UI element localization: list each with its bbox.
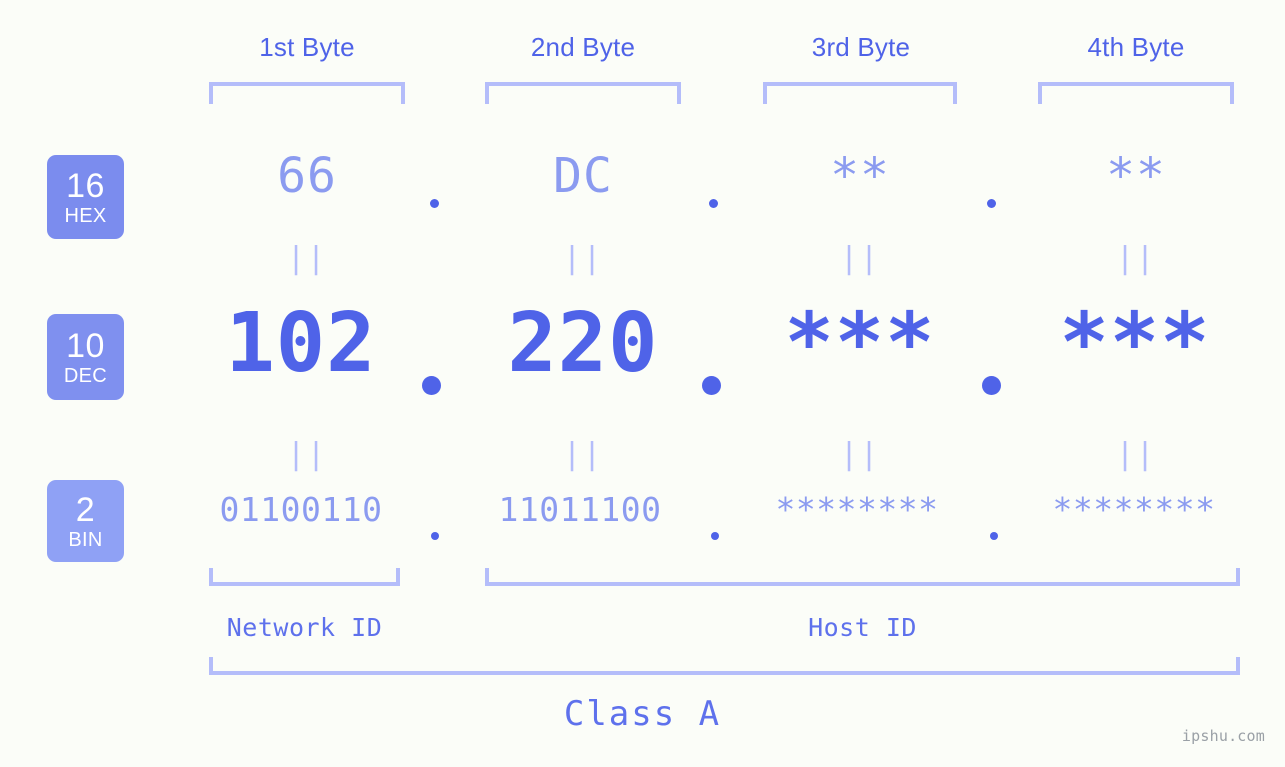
byte-bracket-3: [763, 82, 957, 104]
bin-separator-dot-1: [431, 532, 439, 540]
base-badge-hex-number: 16: [66, 166, 105, 205]
base-badge-bin-name: BIN: [68, 528, 103, 551]
base-badge-bin-number: 2: [75, 490, 96, 529]
dec-octet-2: 220: [507, 296, 659, 391]
network-id-bracket: [209, 568, 400, 586]
equals-mark-dec-bin-3: ||: [839, 437, 881, 472]
watermark: ipshu.com: [1181, 727, 1265, 745]
base-badge-hex: 16 HEX: [47, 155, 124, 239]
equals-mark-dec-bin-1: ||: [286, 437, 328, 472]
base-badge-bin: 2 BIN: [47, 480, 124, 562]
network-id-label: Network ID: [226, 613, 383, 642]
bin-separator-dot-2: [711, 532, 719, 540]
class-label: Class A: [563, 694, 722, 734]
hex-separator-dot-3: [987, 199, 996, 208]
equals-mark-dec-bin-4: ||: [1115, 437, 1157, 472]
equals-mark-hex-dec-3: ||: [839, 241, 881, 276]
class-bracket: [209, 657, 1240, 675]
base-badge-dec: 10 DEC: [47, 314, 124, 400]
base-badge-dec-number: 10: [66, 326, 105, 365]
bin-octet-4: ********: [1052, 490, 1216, 529]
equals-mark-hex-dec-4: ||: [1115, 241, 1157, 276]
hex-separator-dot-1: [430, 199, 439, 208]
ip-address-breakdown-diagram: 1st Byte 2nd Byte 3rd Byte 4th Byte 16 H…: [0, 0, 1285, 767]
byte-header-2: 2nd Byte: [530, 32, 636, 62]
byte-bracket-4: [1038, 82, 1234, 104]
equals-mark-dec-bin-2: ||: [562, 437, 604, 472]
bin-octet-1: 01100110: [219, 490, 383, 529]
bin-octet-2: 11011100: [498, 490, 662, 529]
hex-octet-3: **: [830, 148, 890, 204]
dec-octet-4: ***: [1059, 296, 1211, 391]
dec-octet-3: ***: [784, 296, 936, 391]
byte-header-3: 3rd Byte: [811, 32, 911, 62]
byte-bracket-2: [485, 82, 681, 104]
dec-separator-dot-2: [702, 376, 721, 395]
bin-separator-dot-3: [990, 532, 998, 540]
dec-separator-dot-3: [982, 376, 1001, 395]
byte-header-1: 1st Byte: [259, 32, 355, 62]
hex-octet-2: DC: [553, 148, 613, 204]
equals-mark-hex-dec-1: ||: [286, 241, 328, 276]
base-badge-dec-name: DEC: [63, 364, 108, 387]
byte-bracket-1: [209, 82, 405, 104]
bin-octet-3: ********: [775, 490, 939, 529]
dec-octet-1: 102: [225, 296, 377, 391]
hex-octet-1: 66: [277, 148, 337, 204]
host-id-label: Host ID: [808, 613, 917, 642]
dec-separator-dot-1: [422, 376, 441, 395]
hex-separator-dot-2: [709, 199, 718, 208]
base-badge-hex-name: HEX: [64, 204, 107, 227]
byte-header-4: 4th Byte: [1087, 32, 1185, 62]
host-id-bracket: [485, 568, 1240, 586]
hex-octet-4: **: [1106, 148, 1166, 204]
equals-mark-hex-dec-2: ||: [562, 241, 604, 276]
